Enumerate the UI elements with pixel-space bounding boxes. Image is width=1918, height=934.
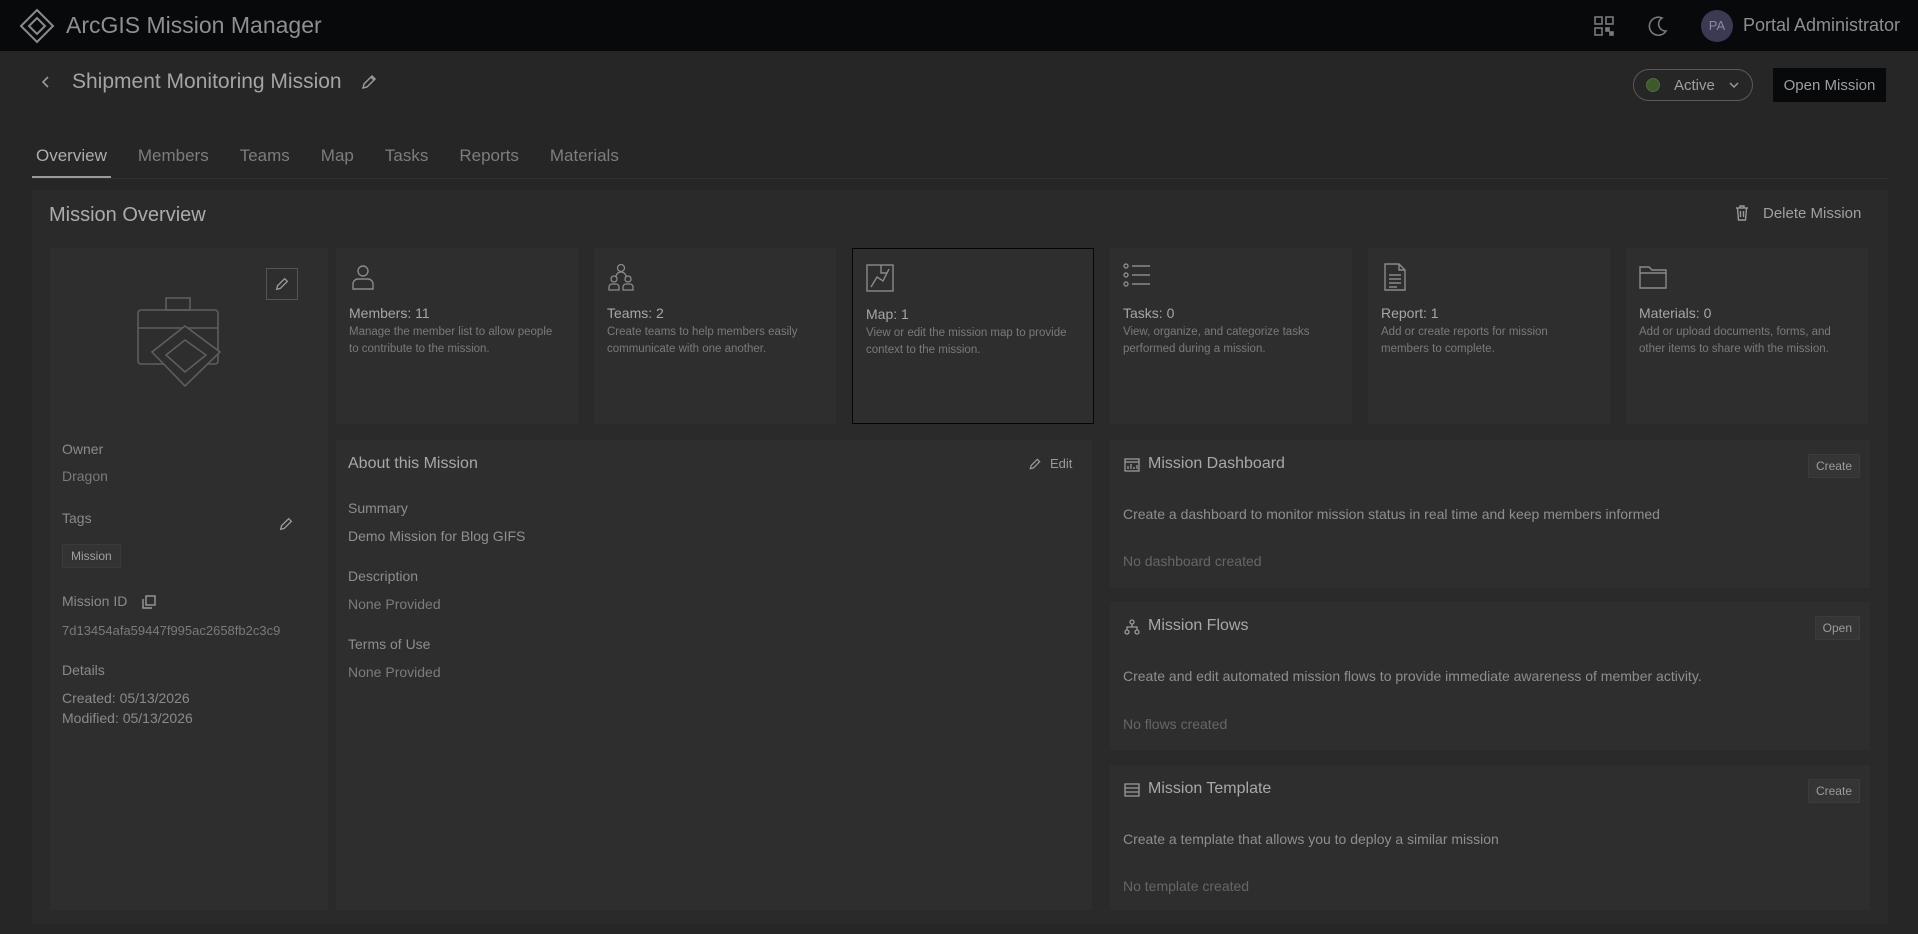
delete-mission-label: Delete Mission [1763,204,1862,222]
flows-description: Create and edit automated mission flows … [1123,668,1702,684]
flow-icon [1124,619,1140,635]
top-bar: ArcGIS Mission Manager PA Portal Adminis… [0,0,1918,51]
trash-icon [1733,204,1751,222]
overview-title: Mission Overview [49,204,206,226]
dashboard-icon [1124,457,1140,473]
tag-chip[interactable]: Mission [62,544,121,568]
dashboard-description: Create a dashboard to monitor mission st… [1123,506,1660,522]
card-description: Add or create reports for mission member… [1381,326,1548,355]
copy-icon[interactable] [141,594,157,610]
template-description: Create a template that allows you to dep… [1123,831,1499,847]
dashboard-empty-state: No dashboard created [1123,553,1262,569]
about-title: About this Mission [348,455,478,472]
card-title: Map: 1 [866,306,909,322]
mission-dashboard-card: Mission Dashboard Create Create a dashbo… [1110,440,1870,588]
mission-flows-card: Mission Flows Open Create and edit autom… [1110,602,1870,750]
moon-icon[interactable] [1647,15,1669,37]
template-title: Mission Template [1148,780,1272,797]
map-card[interactable]: Map: 1 View or edit the mission map to p… [852,248,1094,424]
top-bar-actions: PA Portal Administrator [1593,9,1900,42]
about-mission-card [336,440,1092,910]
tab-overview[interactable]: Overview [32,138,111,178]
mission-thumbnail-icon [130,292,240,392]
card-title: Materials: 0 [1639,305,1712,321]
create-dashboard-button[interactable]: Create [1807,454,1860,478]
card-description: View, organize, and categorize tasks per… [1123,326,1310,355]
open-mission-button[interactable]: Open Mission [1773,68,1886,102]
person-icon [348,262,378,292]
terms-value: None Provided [348,664,441,680]
template-empty-state: No template created [1123,878,1250,894]
chevron-left-icon[interactable] [36,72,56,92]
tasks-card[interactable]: Tasks: 0 View, organize, and categorize … [1110,248,1352,424]
edit-about-button[interactable]: Edit [1028,456,1072,471]
members-card[interactable]: Members: 11 Manage the member list to al… [336,248,578,424]
app-title[interactable]: ArcGIS Mission Manager [66,12,322,39]
mission-header: Shipment Monitoring Mission [36,70,378,94]
mission-status-select[interactable]: Active [1633,69,1753,101]
open-flows-button[interactable]: Open [1814,616,1860,640]
map-icon [865,263,895,293]
tab-divider [32,178,1888,179]
user-name[interactable]: Portal Administrator [1743,15,1900,36]
card-description: Add or upload documents, forms, and othe… [1639,326,1831,355]
card-title: Members: 11 [349,305,430,321]
card-title: Tasks: 0 [1123,305,1175,321]
card-description: Create teams to help members easily comm… [607,326,798,355]
card-description: Manage the member list to allow people t… [349,326,553,355]
status-label: Active [1674,76,1715,94]
card-title: Teams: 2 [607,305,664,321]
tab-teams[interactable]: Teams [236,138,294,178]
dashboard-title: Mission Dashboard [1148,455,1285,472]
edit-thumbnail-button[interactable] [266,268,298,300]
teams-card[interactable]: Teams: 2 Create teams to help members ea… [594,248,836,424]
mission-id-value: 7d13454afa59447f995ac2658fb2c3c9 [62,623,281,638]
terms-label: Terms of Use [348,636,431,652]
tab-map[interactable]: Map [317,138,358,178]
pencil-icon [275,277,289,291]
tab-members[interactable]: Members [134,138,213,178]
mission-id-label: Mission ID [62,593,128,609]
create-template-button[interactable]: Create [1807,779,1860,803]
details-label: Details [62,662,105,678]
edit-tags-icon[interactable] [278,516,294,532]
report-icon [1380,262,1410,292]
card-title: Report: 1 [1381,305,1439,321]
avatar[interactable]: PA [1700,9,1733,42]
tab-reports[interactable]: Reports [455,138,523,178]
tab-materials[interactable]: Materials [546,138,623,178]
qr-code-icon[interactable] [1593,15,1615,37]
delete-mission-button[interactable]: Delete Mission [1733,204,1861,222]
team-icon [606,262,636,292]
chevron-down-icon [1728,79,1740,91]
description-value: None Provided [348,596,441,612]
tab-tasks[interactable]: Tasks [381,138,432,178]
owner-value: Dragon [62,468,108,484]
description-label: Description [348,568,419,584]
pencil-icon [1029,457,1041,470]
summary-value: Demo Mission for Blog GIFS [348,528,526,544]
materials-card[interactable]: Materials: 0 Add or upload documents, fo… [1626,248,1868,424]
flows-title: Mission Flows [1148,617,1249,634]
modified-date: Modified: 05/13/2026 [62,710,193,726]
tab-bar: Overview Members Teams Map Tasks Reports… [32,138,646,180]
pencil-icon[interactable] [360,73,378,91]
card-description: View or edit the mission map to provide … [866,327,1067,356]
tags-label: Tags [62,510,92,526]
edit-label: Edit [1050,456,1073,471]
status-indicator-icon [1646,78,1660,92]
list-icon [1122,262,1152,292]
created-date: Created: 05/13/2026 [62,690,190,706]
folder-icon [1638,262,1668,292]
flows-empty-state: No flows created [1123,716,1228,732]
mission-template-card: Mission Template Create Create a templat… [1110,765,1870,910]
owner-label: Owner [62,441,104,457]
summary-label: Summary [348,500,408,516]
template-icon [1124,782,1140,798]
reports-card[interactable]: Report: 1 Add or create reports for miss… [1368,248,1610,424]
mission-title: Shipment Monitoring Mission [72,70,342,93]
arcgis-logo-icon[interactable] [18,7,56,45]
